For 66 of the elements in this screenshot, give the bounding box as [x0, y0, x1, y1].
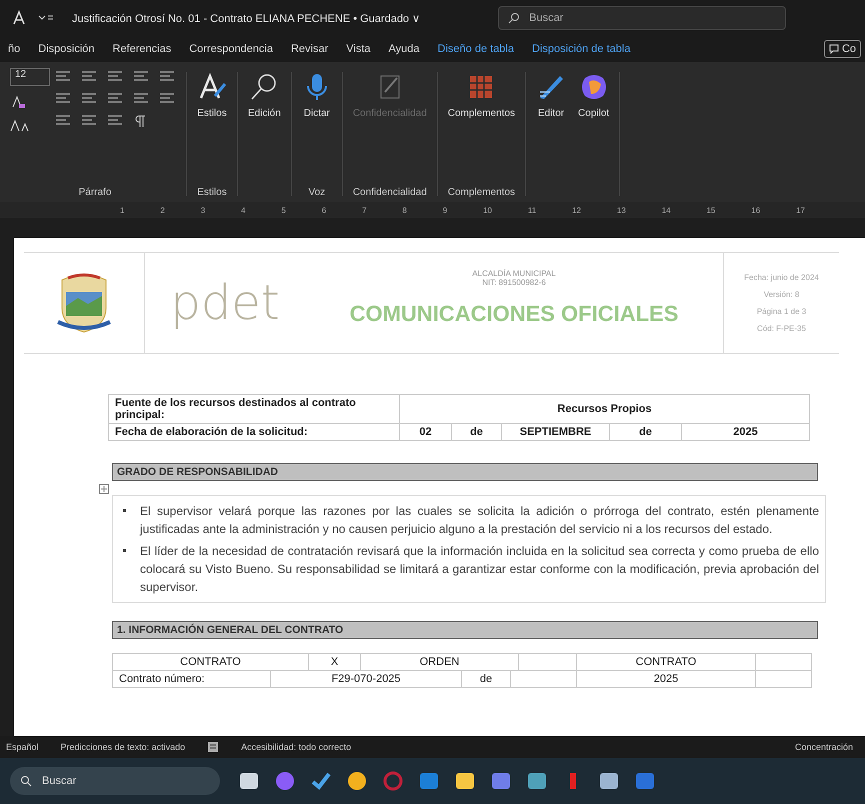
table-move-handle[interactable]	[99, 484, 109, 494]
ribbon-tab[interactable]: ño	[0, 41, 28, 57]
ribbon-tab[interactable]: Revisar	[282, 41, 336, 57]
table-cell: Recursos Propios	[399, 395, 809, 423]
bullet-text: El supervisor velará porque las razones por las cuales se solicita la adición o prórroga del contrato, estén plenamente justificadas ante la administración y no causen perjuicio alguno a la prestación del servicio ni a los recursos del estado.	[140, 503, 819, 538]
table-cell: SEPTIEMBRE	[501, 424, 609, 440]
section-heading: GRADO DE RESPONSABILIDAD	[112, 463, 818, 481]
entity-name: ALCALDÍA MUNICIPAL	[472, 269, 556, 278]
logo-text: pdet	[170, 275, 280, 331]
table-cell-text: CONTRATO	[180, 656, 241, 668]
group-label: Estilos	[196, 187, 228, 198]
table-cell-text: Fuente de los recursos destinados al contrato principal:	[114, 396, 357, 423]
table-cell: 02	[399, 424, 451, 440]
ribbon-button[interactable]: Editor	[532, 68, 570, 123]
meta-text: Cód: F-PE-35	[757, 324, 806, 333]
ribbon-tab[interactable]: Vista	[338, 41, 379, 57]
taskbar-search-field[interactable]: Buscar	[10, 767, 220, 795]
group-label: Confidencialidad	[352, 187, 428, 198]
table-cell-text: Contrato número:	[119, 673, 205, 685]
meta-text: Versión: 8	[764, 290, 800, 299]
section-heading: 1. INFORMACIÓN GENERAL DEL CONTRATO	[112, 621, 818, 639]
ruler[interactable]: 1 2 3 4 5 6 7 8 9 10 11 12 13 14 15 16 17	[0, 202, 865, 218]
font-size-dropdown[interactable]: 12	[10, 68, 50, 86]
group-label: Voz	[307, 187, 326, 198]
ribbon-button[interactable]: Dictar	[298, 68, 336, 123]
ribbon-button[interactable]: Edición	[244, 68, 285, 123]
table-cell: de	[451, 424, 501, 440]
ribbon-button[interactable]: Copilot	[574, 68, 614, 123]
table-cell-text: Fecha de elaboración de la solicitud:	[114, 425, 309, 440]
ribbon-tab[interactable]: Diseño de tabla	[430, 41, 522, 57]
nit-text: NIT: 891500982-6	[482, 278, 546, 287]
ribbon-tab[interactable]: Ayuda	[380, 41, 428, 57]
table-cell: de	[609, 424, 681, 440]
text-predictions-status[interactable]: Predicciones de texto: activado	[60, 742, 186, 752]
ring-icon[interactable]	[382, 770, 404, 792]
focus-button[interactable]: Concentración	[794, 742, 853, 752]
table-cell-text: 2025	[654, 673, 678, 685]
table-cell-text: ORDEN	[420, 656, 460, 668]
comments-button[interactable]: Co	[824, 40, 861, 58]
bullet-icon	[123, 549, 126, 552]
check-icon[interactable]	[310, 770, 332, 792]
ribbon-tab[interactable]: Disposición de tabla	[524, 41, 638, 57]
table-cell-text: X	[330, 656, 338, 668]
table-cell-text: CONTRATO	[636, 656, 696, 668]
search-field[interactable]: Buscar	[498, 6, 786, 30]
accessibility-status[interactable]: Accesibilidad: todo correcto	[241, 742, 352, 752]
document-icon[interactable]	[207, 741, 220, 753]
meta-text: Página 1 de 3	[756, 307, 806, 316]
group-label: Complementos	[446, 187, 516, 198]
document-heading: COMUNICACIONES OFICIALES	[350, 301, 678, 327]
bullet-text: El líder de la necesidad de contratación revisará que la información incluida en la solicitud sea correcta y como prueba de ello colocará su Visto Bueno. Su responsabilidad se limitará a garantizar estar conforme con la modificación, previa aprobación del supervisor.	[140, 543, 819, 596]
table-cell: 2025	[681, 424, 809, 440]
ribbon-tab[interactable]: Disposición	[30, 41, 102, 57]
bullet-icon	[123, 509, 126, 512]
clear-format-icon[interactable]	[10, 94, 26, 110]
ribbon-tab[interactable]: Referencias	[104, 41, 180, 57]
comment-icon	[828, 44, 839, 54]
group-label: Párrafo	[78, 187, 112, 198]
table-cell-text: de	[480, 673, 492, 685]
meta-text: Fecha: junio de 2024	[744, 273, 819, 282]
table-cell-text: F29-070-2025	[331, 673, 401, 685]
ribbon-tab[interactable]: Correspondencia	[181, 41, 281, 57]
ribbon-button[interactable]: Estilos	[193, 68, 231, 123]
ribbon-button[interactable]: Complementos	[444, 68, 520, 123]
language-status[interactable]: Español	[6, 742, 39, 752]
window-title[interactable]: Justificación Otrosí No. 01 - Contrato ELIANA PECHENE • Guardado ∨	[72, 12, 420, 24]
